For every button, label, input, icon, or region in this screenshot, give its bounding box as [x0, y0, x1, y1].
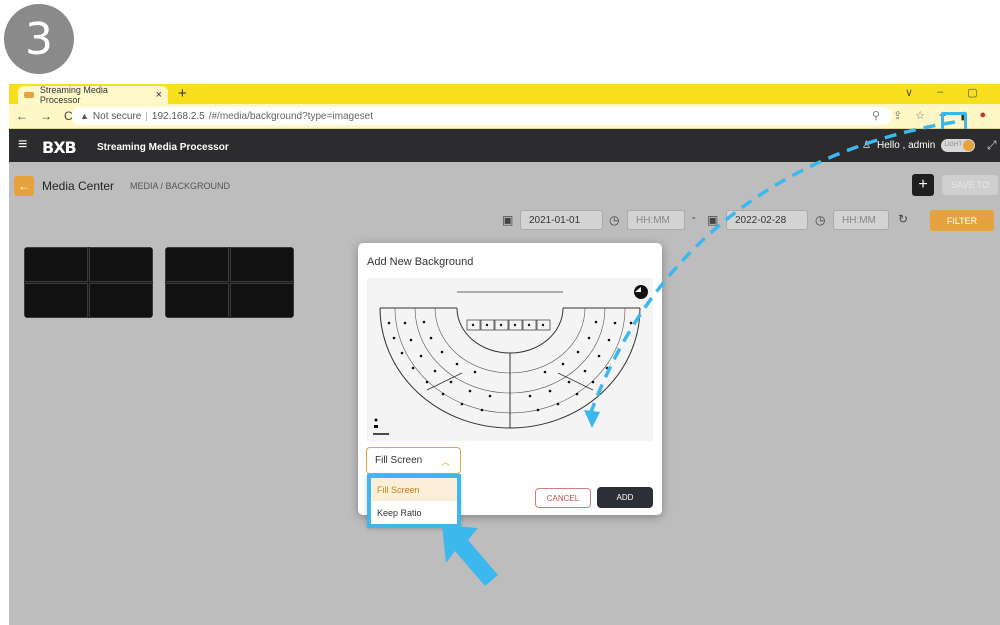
annotation-overlay: [442, 120, 956, 586]
pointer-arrow-icon: [442, 525, 498, 586]
dashed-arrow-head: [584, 410, 600, 428]
dashed-arrow-path: [588, 120, 956, 416]
